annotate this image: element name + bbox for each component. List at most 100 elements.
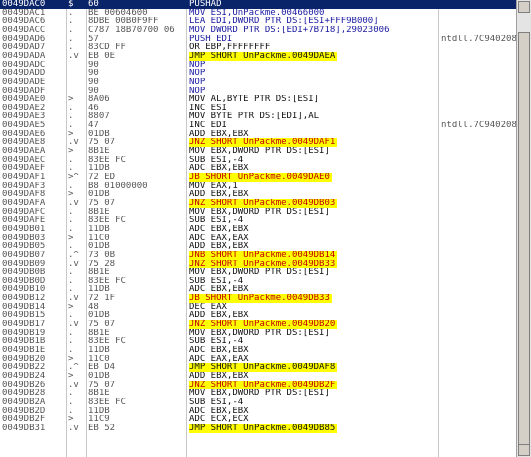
vertical-scrollbar[interactable] bbox=[516, 0, 531, 457]
instruction-cell: MOV AL,BYTE PTR DS:[ESI] bbox=[189, 95, 320, 104]
code-line[interactable]: 0049DAF1 >^ 72 ED JB SHORT UnPackme.0049DAE… bbox=[0, 173, 516, 182]
flow-marker-cell: > bbox=[68, 147, 74, 156]
code-line[interactable]: 0049DADF 90 NOP bbox=[0, 87, 516, 96]
address-cell: 0049DB28 bbox=[2, 389, 46, 398]
code-line[interactable]: 0049DAE6 >01DB ADD EBX,EBX bbox=[0, 130, 516, 139]
scroll-up-button[interactable] bbox=[518, 1, 530, 13]
code-line[interactable]: 0049DAFA .v 75 07 JNZ SHORT UnPackme.0049DB… bbox=[0, 198, 516, 208]
code-line[interactable]: 0049DB15. 01DB ADD EBX,EBX bbox=[0, 311, 516, 320]
code-line[interactable]: 0049DB07 .^ 73 0B JNB SHORT UnPackme.0049DB… bbox=[0, 250, 516, 260]
code-line[interactable]: 0049DAC0 $60 PUSHAD bbox=[0, 0, 516, 9]
instruction-cell: MOV ESI,UnPackme.00466000 bbox=[189, 8, 325, 18]
flow-marker-cell: .^ bbox=[68, 250, 79, 260]
code-line[interactable]: 0049DAF3. B8 01000000 MOV EAX,1 bbox=[0, 182, 516, 191]
code-line[interactable]: 0049DAEA >8B1E MOV EBX,DWORD PTR DS:[ESI] bbox=[0, 147, 516, 156]
code-line[interactable]: 0049DB24 >01DB ADD EBX,EBX bbox=[0, 372, 516, 381]
code-line[interactable]: 0049DADE 90 NOP bbox=[0, 78, 516, 87]
flow-marker-cell: $ bbox=[68, 0, 74, 9]
address-cell: 0049DAC0 bbox=[2, 0, 46, 9]
code-line[interactable]: 0049DB2D. 11DB ADC EBX,EBX bbox=[0, 407, 516, 416]
flow-marker-cell: . bbox=[68, 242, 74, 251]
address-cell: 0049DB12 bbox=[2, 294, 46, 303]
hex-bytes-cell: 90 bbox=[88, 77, 99, 87]
code-line[interactable]: 0049DB2A. 83EE FC SUB ESI,-4 bbox=[0, 398, 516, 407]
hex-bytes-cell: 8B1E bbox=[88, 268, 110, 277]
instruction-cell: MOV BYTE PTR DS:[EDI],AL bbox=[189, 112, 320, 122]
instruction-cell: ADC EBX,EBX bbox=[189, 406, 249, 416]
flow-marker-cell: .v bbox=[68, 294, 79, 303]
instruction-cell: ADC EBX,EBX bbox=[189, 164, 249, 173]
code-line[interactable]: 0049DAEF. 11DB ADC EBX,EBX bbox=[0, 164, 516, 173]
flow-marker-cell: . bbox=[68, 337, 74, 346]
code-line[interactable]: 0049DB19. 8B1E MOV EBX,DWORD PTR DS:[ESI] bbox=[0, 329, 516, 338]
code-line[interactable]: 0049DB14 >48 DEC EAX bbox=[0, 303, 516, 312]
code-line[interactable]: 0049DAFC. 8B1E MOV EBX,DWORD PTR DS:[ESI] bbox=[0, 208, 516, 217]
address-cell: 0049DAF8 bbox=[2, 190, 46, 199]
code-line[interactable]: 0049DAE3. 8807 MOV BYTE PTR DS:[EDI],AL bbox=[0, 112, 516, 121]
address-cell: 0049DADE bbox=[2, 77, 46, 87]
code-line[interactable]: 0049DAE2. 46 INC ESI bbox=[0, 104, 516, 113]
address-cell: 0049DB17 bbox=[2, 320, 46, 329]
code-line[interactable]: 0049DB2F >11C9 ADC ECX,ECX bbox=[0, 415, 516, 424]
instruction-cell: JMP SHORT UnPackme.0049DAEA bbox=[189, 51, 338, 61]
code-line[interactable]: 0049DB01. 11DB ADC EBX,EBX bbox=[0, 225, 516, 234]
code-line[interactable]: 0049DB26 .v 75 07 JNZ SHORT UnPackme.0049DB… bbox=[0, 380, 516, 390]
address-cell: 0049DAF3 bbox=[2, 181, 46, 191]
code-line[interactable]: 0049DB03 >11C0 ADC EAX,EAX bbox=[0, 234, 516, 243]
code-line[interactable]: 0049DB0B. 8B1E MOV EBX,DWORD PTR DS:[ESI] bbox=[0, 268, 516, 277]
instruction-cell: JB SHORT UnPackme.0049DB33 bbox=[189, 294, 332, 303]
code-line[interactable]: 0049DB28. 8B1E MOV EBX,DWORD PTR DS:[ESI] bbox=[0, 389, 516, 398]
address-cell: 0049DB19 bbox=[2, 328, 46, 338]
address-cell: 0049DB09 bbox=[2, 259, 46, 269]
instruction-cell: ADD EBX,EBX bbox=[189, 242, 249, 251]
code-line[interactable]: 0049DB31 .v EB 52 JMP SHORT UnPackme.0049DB… bbox=[0, 423, 516, 433]
code-line[interactable]: 0049DB09 .v 75 28 JNZ SHORT UnPackme.0049DB… bbox=[0, 259, 516, 269]
code-line[interactable]: 0049DAE0 >8A06 MOV AL,BYTE PTR DS:[ESI] bbox=[0, 95, 516, 104]
flow-marker-cell: > bbox=[68, 95, 74, 104]
code-line[interactable]: 0049DB1B. 83EE FC SUB ESI,-4 bbox=[0, 337, 516, 346]
code-line[interactable]: 0049DAC6. 8DBE 00B0F9FF LEA EDI,DWORD PTR … bbox=[0, 17, 516, 26]
instruction-cell: NOP bbox=[189, 69, 206, 78]
scroll-down-button[interactable] bbox=[518, 444, 530, 456]
code-line[interactable]: 0049DB1E. 11DB ADC EBX,EBX bbox=[0, 346, 516, 355]
code-line[interactable]: 0049DAE8 .v 75 07 JNZ SHORT UnPackme.0049DA… bbox=[0, 138, 516, 148]
code-line[interactable]: 0049DADD 90 NOP bbox=[0, 69, 516, 78]
instruction-cell: PUSHAD bbox=[189, 0, 222, 9]
instruction-cell: MOV EBX,DWORD PTR DS:[ESI] bbox=[189, 389, 330, 398]
hex-bytes-cell: 57 bbox=[88, 34, 99, 44]
code-line[interactable]: 0049DAC1. BE 00604600 MOV ESI,UnPackme.004… bbox=[0, 9, 516, 18]
instruction-cell: SUB ESI,-4 bbox=[189, 216, 244, 225]
flow-marker-cell: . bbox=[68, 397, 74, 407]
scroll-thumb[interactable] bbox=[518, 32, 530, 452]
flow-marker-cell: . bbox=[68, 155, 74, 165]
code-line[interactable]: 0049DAEC. 83EE FC SUB ESI,-4 bbox=[0, 156, 516, 165]
hex-bytes-cell: 11DB bbox=[88, 224, 110, 234]
flow-marker-cell: . bbox=[68, 8, 74, 18]
instruction-cell: JNZ SHORT UnPackme.0049DB20 bbox=[189, 320, 338, 329]
code-line[interactable]: 0049DAD6. 57 PUSH EDI ntdll.7C940208 bbox=[0, 35, 516, 44]
code-line[interactable]: 0049DAFE. 83EE FC SUB ESI,-4 bbox=[0, 216, 516, 225]
hex-bytes-cell: 11DB bbox=[88, 285, 110, 295]
code-line[interactable]: 0049DADA .v EB 0E JMP SHORT UnPackme.0049DA… bbox=[0, 51, 516, 61]
address-cell: 0049DB0B bbox=[2, 268, 46, 277]
code-line[interactable]: 0049DB22 .^ EB D4 JMP SHORT UnPackme.0049DA… bbox=[0, 363, 516, 372]
hex-bytes-cell: 75 07 bbox=[88, 138, 116, 148]
hex-bytes-cell: BE 00604600 bbox=[88, 8, 148, 18]
code-line[interactable]: 0049DB05. 01DB ADD EBX,EBX bbox=[0, 242, 516, 251]
code-line[interactable]: 0049DADC 90 NOP bbox=[0, 61, 516, 70]
code-line[interactable]: 0049DAF8 >01DB ADD EBX,EBX bbox=[0, 190, 516, 199]
code-line[interactable]: 0049DB12 .v 72 1F JB SHORT UnPackme.0049DB3… bbox=[0, 294, 516, 303]
instruction-cell: SUB ESI,-4 bbox=[189, 155, 244, 165]
code-line[interactable]: 0049DAD7. 83CD FF OR EBP,FFFFFFFF bbox=[0, 43, 516, 52]
code-line[interactable]: 0049DB0D. 83EE FC SUB ESI,-4 bbox=[0, 277, 516, 286]
instruction-cell: ADD EBX,EBX bbox=[189, 129, 249, 139]
disassembly-listing[interactable]: 0049DAC0 $60 PUSHAD 0049DAC1. BE 00604600 MOV… bbox=[0, 0, 516, 457]
code-line[interactable]: 0049DAE5. 47 INC EDI ntdll.7C940208 bbox=[0, 121, 516, 130]
code-line[interactable]: 0049DB20 >11C0 ADC EAX,EAX bbox=[0, 355, 516, 364]
instruction-cell: ADD EBX,EBX bbox=[189, 371, 249, 381]
hex-bytes-cell: 60 bbox=[88, 0, 99, 9]
code-line[interactable]: 0049DACC. C787 18B70700 06 MOV DWORD PTR D… bbox=[0, 26, 516, 35]
address-cell: 0049DADC bbox=[2, 60, 46, 70]
code-line[interactable]: 0049DB10. 11DB ADC EBX,EBX bbox=[0, 285, 516, 294]
code-line[interactable]: 0049DB17 .v 75 07 JNZ SHORT UnPackme.0049DB… bbox=[0, 320, 516, 329]
